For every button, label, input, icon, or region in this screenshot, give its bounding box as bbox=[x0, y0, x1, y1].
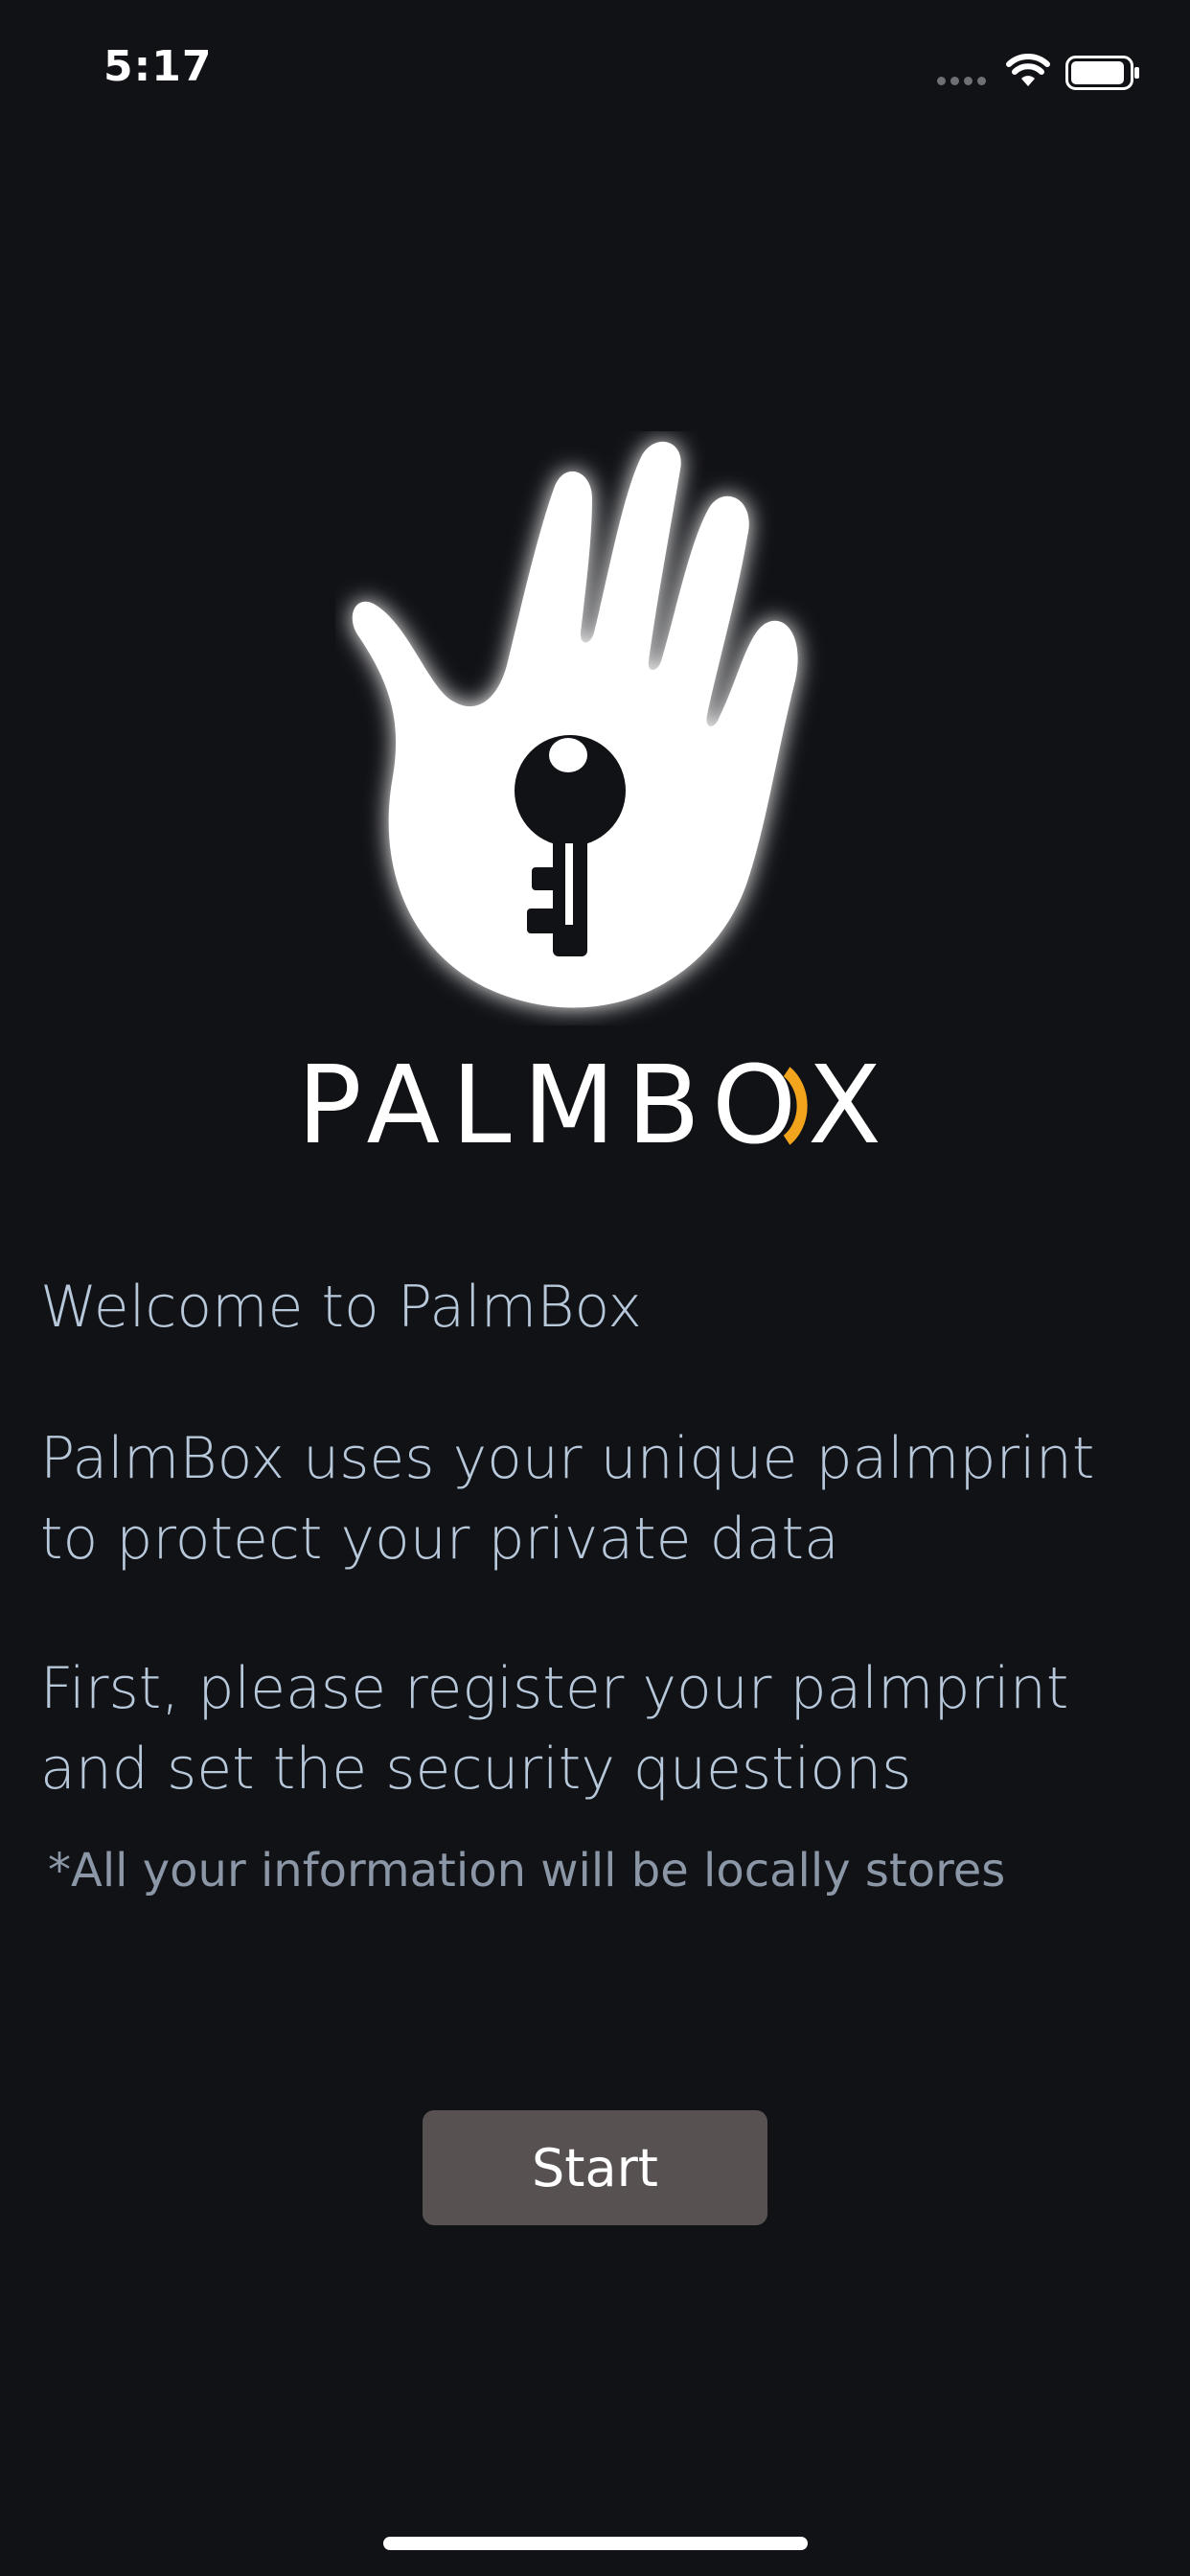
status-bar: 5:17 bbox=[0, 0, 1190, 134]
instruction-line-2: and set the security questions bbox=[40, 1736, 912, 1803]
start-button[interactable]: Start bbox=[423, 2110, 767, 2225]
hand-with-key-icon bbox=[352, 441, 798, 1008]
brand-wordmark-end: X bbox=[808, 1044, 893, 1168]
brand-wordmark: PALMBO X bbox=[0, 1052, 1190, 1160]
instruction-text: First, please register your palmprint an… bbox=[40, 1648, 1161, 1809]
local-storage-note: *All your information will be locally st… bbox=[48, 1844, 1006, 1898]
home-indicator[interactable] bbox=[383, 2537, 808, 2550]
signal-dots-icon bbox=[937, 77, 986, 85]
status-time: 5:17 bbox=[103, 42, 213, 91]
orange-arc-icon bbox=[783, 1067, 808, 1145]
description-text: PalmBox uses your unique palmprint to pr… bbox=[40, 1418, 1161, 1579]
brand-wordmark-start: PALMB bbox=[297, 1044, 712, 1168]
battery-icon bbox=[1065, 56, 1139, 90]
wifi-icon bbox=[1006, 54, 1050, 86]
welcome-text: Welcome to PalmBox bbox=[40, 1274, 642, 1341]
instruction-line-1: First, please register your palmprint bbox=[40, 1655, 1069, 1722]
brand-wordmark-o: O bbox=[711, 1044, 809, 1168]
description-line-1: PalmBox uses your unique palmprint bbox=[40, 1425, 1095, 1492]
description-line-2: to protect your private data bbox=[40, 1506, 839, 1573]
